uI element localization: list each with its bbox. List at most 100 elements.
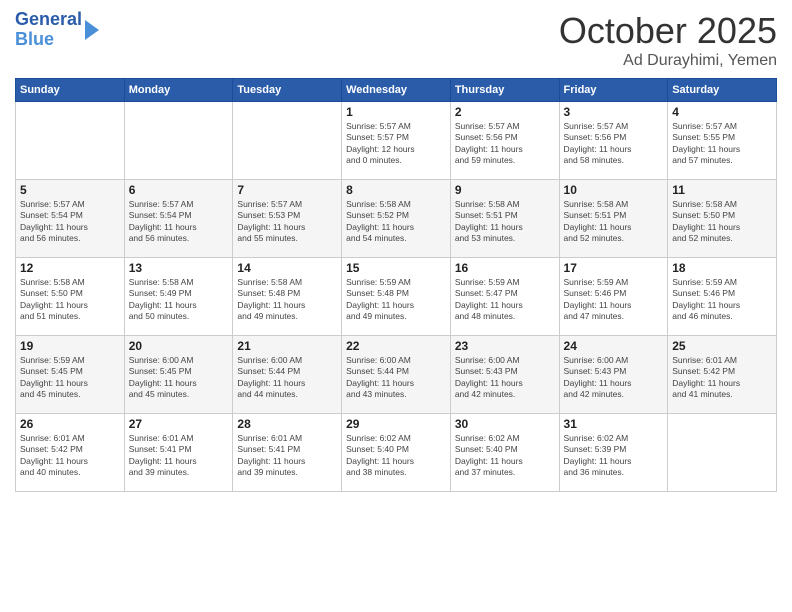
week-row-3: 12Sunrise: 5:58 AM Sunset: 5:50 PM Dayli…: [16, 258, 777, 336]
day-info: Sunrise: 5:59 AM Sunset: 5:48 PM Dayligh…: [346, 277, 446, 323]
day-cell: 24 Sunrise: 6:00 AM Sunset: 5:43 PM Dayli…: [559, 336, 668, 414]
day-number: 25: [672, 339, 772, 353]
month-title: October 2025: [559, 10, 777, 52]
day-info: Sunrise: 5:58 AM Sunset: 5:50 PM Dayligh…: [672, 199, 772, 245]
col-friday: Friday: [559, 79, 668, 102]
day-number: 3: [564, 105, 664, 119]
day-info: Sunrise: 6:01 AM Sunset: 5:42 PM Dayligh…: [20, 433, 120, 479]
day-cell: 18 Sunrise: 5:59 AM Sunset: 5:46 PM Dayli…: [668, 258, 777, 336]
header-row: Sunday Monday Tuesday Wednesday Thursday…: [16, 79, 777, 102]
day-info: Sunrise: 5:58 AM Sunset: 5:52 PM Dayligh…: [346, 199, 446, 245]
title-section: October 2025 Ad Durayhimi, Yemen: [559, 10, 777, 70]
day-info: Sunrise: 5:58 AM Sunset: 5:51 PM Dayligh…: [455, 199, 555, 245]
col-thursday: Thursday: [450, 79, 559, 102]
day-info: Sunrise: 6:02 AM Sunset: 5:39 PM Dayligh…: [564, 433, 664, 479]
day-info: Sunrise: 5:58 AM Sunset: 5:51 PM Dayligh…: [564, 199, 664, 245]
day-number: 30: [455, 417, 555, 431]
day-number: 17: [564, 261, 664, 275]
day-number: 19: [20, 339, 120, 353]
day-info: Sunrise: 5:57 AM Sunset: 5:57 PM Dayligh…: [346, 121, 446, 167]
day-number: 28: [237, 417, 337, 431]
day-number: 9: [455, 183, 555, 197]
day-cell: [16, 102, 125, 180]
day-info: Sunrise: 6:00 AM Sunset: 5:44 PM Dayligh…: [237, 355, 337, 401]
day-info: Sunrise: 5:57 AM Sunset: 5:53 PM Dayligh…: [237, 199, 337, 245]
day-number: 24: [564, 339, 664, 353]
logo-line1: General: [15, 10, 82, 30]
day-number: 31: [564, 417, 664, 431]
day-info: Sunrise: 6:00 AM Sunset: 5:44 PM Dayligh…: [346, 355, 446, 401]
day-number: 26: [20, 417, 120, 431]
day-number: 14: [237, 261, 337, 275]
week-row-2: 5 Sunrise: 5:57 AM Sunset: 5:54 PM Daylig…: [16, 180, 777, 258]
day-info: Sunrise: 5:57 AM Sunset: 5:54 PM Dayligh…: [20, 199, 120, 245]
day-number: 12: [20, 261, 120, 275]
logo-arrow-icon: [85, 20, 99, 40]
day-cell: 27Sunrise: 6:01 AM Sunset: 5:41 PM Dayli…: [124, 414, 233, 492]
day-cell: 8 Sunrise: 5:58 AM Sunset: 5:52 PM Daylig…: [342, 180, 451, 258]
day-cell: 25 Sunrise: 6:01 AM Sunset: 5:42 PM Dayli…: [668, 336, 777, 414]
day-cell: 13Sunrise: 5:58 AM Sunset: 5:49 PM Dayli…: [124, 258, 233, 336]
day-cell: 7Sunrise: 5:57 AM Sunset: 5:53 PM Daylig…: [233, 180, 342, 258]
day-info: Sunrise: 6:00 AM Sunset: 5:43 PM Dayligh…: [455, 355, 555, 401]
day-info: Sunrise: 6:01 AM Sunset: 5:42 PM Dayligh…: [672, 355, 772, 401]
day-cell: 11 Sunrise: 5:58 AM Sunset: 5:50 PM Dayli…: [668, 180, 777, 258]
day-cell: 16 Sunrise: 5:59 AM Sunset: 5:47 PM Dayli…: [450, 258, 559, 336]
day-info: Sunrise: 5:59 AM Sunset: 5:45 PM Dayligh…: [20, 355, 120, 401]
day-number: 13: [129, 261, 229, 275]
day-cell: 23 Sunrise: 6:00 AM Sunset: 5:43 PM Dayli…: [450, 336, 559, 414]
day-number: 18: [672, 261, 772, 275]
day-number: 20: [129, 339, 229, 353]
day-cell: 4 Sunrise: 5:57 AM Sunset: 5:55 PM Daylig…: [668, 102, 777, 180]
day-info: Sunrise: 5:57 AM Sunset: 5:54 PM Dayligh…: [129, 199, 229, 245]
day-cell: 2Sunrise: 5:57 AM Sunset: 5:56 PM Daylig…: [450, 102, 559, 180]
col-sunday: Sunday: [16, 79, 125, 102]
day-cell: 1Sunrise: 5:57 AM Sunset: 5:57 PM Daylig…: [342, 102, 451, 180]
logo-line2: Blue: [15, 30, 82, 50]
day-info: Sunrise: 6:00 AM Sunset: 5:43 PM Dayligh…: [564, 355, 664, 401]
col-tuesday: Tuesday: [233, 79, 342, 102]
col-saturday: Saturday: [668, 79, 777, 102]
day-info: Sunrise: 6:02 AM Sunset: 5:40 PM Dayligh…: [455, 433, 555, 479]
day-number: 22: [346, 339, 446, 353]
day-info: Sunrise: 6:01 AM Sunset: 5:41 PM Dayligh…: [237, 433, 337, 479]
day-cell: [668, 414, 777, 492]
day-info: Sunrise: 5:57 AM Sunset: 5:55 PM Dayligh…: [672, 121, 772, 167]
day-info: Sunrise: 5:58 AM Sunset: 5:48 PM Dayligh…: [237, 277, 337, 323]
day-cell: 14 Sunrise: 5:58 AM Sunset: 5:48 PM Dayli…: [233, 258, 342, 336]
week-row-4: 19 Sunrise: 5:59 AM Sunset: 5:45 PM Dayli…: [16, 336, 777, 414]
page: General Blue October 2025 Ad Durayhimi, …: [0, 0, 792, 612]
day-info: Sunrise: 5:57 AM Sunset: 5:56 PM Dayligh…: [564, 121, 664, 167]
logo: General Blue: [15, 10, 99, 50]
day-cell: 19 Sunrise: 5:59 AM Sunset: 5:45 PM Dayli…: [16, 336, 125, 414]
day-cell: 21 Sunrise: 6:00 AM Sunset: 5:44 PM Dayli…: [233, 336, 342, 414]
day-cell: 15Sunrise: 5:59 AM Sunset: 5:48 PM Dayli…: [342, 258, 451, 336]
day-info: Sunrise: 5:59 AM Sunset: 5:47 PM Dayligh…: [455, 277, 555, 323]
day-info: Sunrise: 6:01 AM Sunset: 5:41 PM Dayligh…: [129, 433, 229, 479]
day-number: 29: [346, 417, 446, 431]
day-cell: 12Sunrise: 5:58 AM Sunset: 5:50 PM Dayli…: [16, 258, 125, 336]
day-info: Sunrise: 5:59 AM Sunset: 5:46 PM Dayligh…: [672, 277, 772, 323]
location: Ad Durayhimi, Yemen: [559, 52, 777, 70]
col-monday: Monday: [124, 79, 233, 102]
col-wednesday: Wednesday: [342, 79, 451, 102]
header: General Blue October 2025 Ad Durayhimi, …: [15, 10, 777, 70]
day-cell: 5 Sunrise: 5:57 AM Sunset: 5:54 PM Daylig…: [16, 180, 125, 258]
day-cell: 6Sunrise: 5:57 AM Sunset: 5:54 PM Daylig…: [124, 180, 233, 258]
day-number: 16: [455, 261, 555, 275]
day-number: 11: [672, 183, 772, 197]
calendar-table: Sunday Monday Tuesday Wednesday Thursday…: [15, 78, 777, 492]
day-number: 21: [237, 339, 337, 353]
day-info: Sunrise: 6:02 AM Sunset: 5:40 PM Dayligh…: [346, 433, 446, 479]
week-row-5: 26 Sunrise: 6:01 AM Sunset: 5:42 PM Dayli…: [16, 414, 777, 492]
day-cell: 28 Sunrise: 6:01 AM Sunset: 5:41 PM Dayli…: [233, 414, 342, 492]
day-number: 23: [455, 339, 555, 353]
day-cell: 9 Sunrise: 5:58 AM Sunset: 5:51 PM Daylig…: [450, 180, 559, 258]
day-number: 8: [346, 183, 446, 197]
day-number: 5: [20, 183, 120, 197]
day-number: 4: [672, 105, 772, 119]
day-number: 10: [564, 183, 664, 197]
day-cell: 17Sunrise: 5:59 AM Sunset: 5:46 PM Dayli…: [559, 258, 668, 336]
calendar-header: Sunday Monday Tuesday Wednesday Thursday…: [16, 79, 777, 102]
day-cell: 22 Sunrise: 6:00 AM Sunset: 5:44 PM Dayli…: [342, 336, 451, 414]
